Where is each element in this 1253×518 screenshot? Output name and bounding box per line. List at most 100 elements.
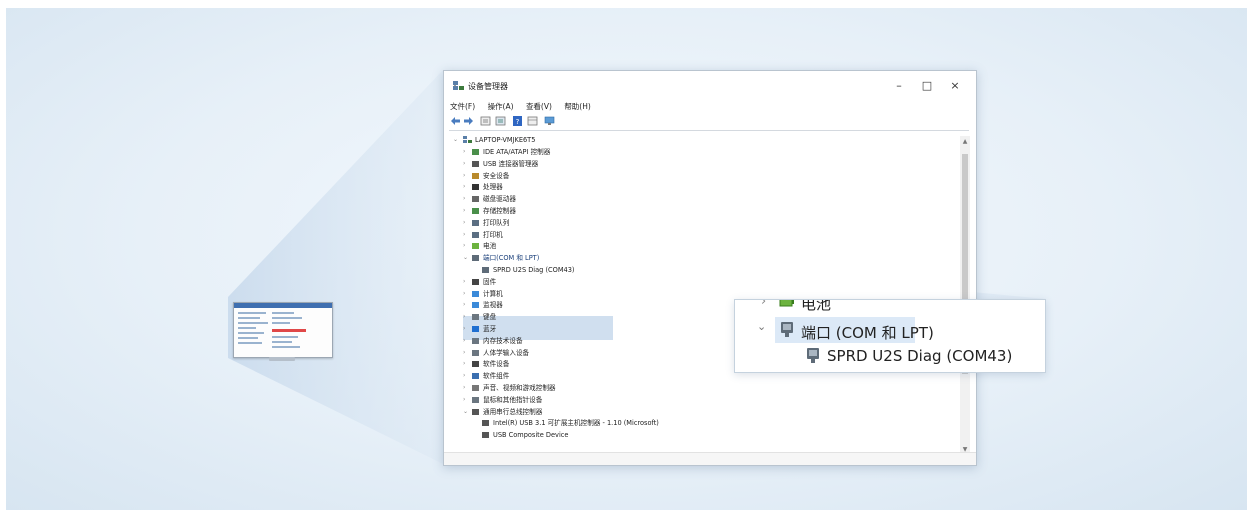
chevron-right-icon[interactable]: › [463, 323, 470, 335]
tree-item-label: 打印队列 [483, 218, 510, 227]
device-tree: ⌄ LAPTOP-VMJKE6T5 › IDE ATA/ATAPI 控制器 › USB… [449, 130, 969, 459]
maximize-button[interactable]: □ [914, 76, 940, 96]
chevron-right-icon[interactable]: › [463, 217, 470, 229]
help-icon[interactable]: ? [512, 116, 523, 126]
tree-item-label: 通用串行总线控制器 [483, 407, 543, 416]
chevron-down-icon[interactable]: ⌄ [453, 134, 460, 146]
callout-port-label: 端口 (COM 和 LPT) [801, 324, 934, 342]
device-manager-window: 设备管理器 – □ × 文件(F) 操作(A) 查看(V) 帮助(H) ? ⌄ … [443, 70, 977, 466]
forward-arrow-icon[interactable] [463, 116, 474, 126]
view-icon[interactable] [527, 116, 538, 126]
menu-view[interactable]: 查看(V) [526, 102, 552, 111]
tree-item-label: 计算机 [483, 289, 503, 298]
chevron-right-icon[interactable]: › [463, 229, 470, 241]
tree-item-label: 人体学输入设备 [483, 348, 530, 357]
callout-chevron-down-icon: ⌄ [757, 320, 767, 333]
battery-icon [472, 243, 479, 250]
tree-item-label: 软件设备 [483, 360, 510, 369]
device-manager-app-icon [453, 81, 464, 90]
port-icon [472, 255, 479, 262]
chevron-right-icon[interactable]: › [463, 394, 470, 406]
chevron-down-icon[interactable]: ⌄ [463, 252, 470, 264]
tree-root-label: LAPTOP-VMJKE6T5 [475, 136, 536, 144]
tree-item-label: 键盘 [483, 313, 497, 322]
title-bar: 设备管理器 – □ × [444, 71, 976, 101]
tree-item-label: 磁盘驱动器 [483, 195, 516, 204]
tree-item-label: 安全设备 [483, 171, 510, 180]
chevron-right-icon[interactable]: › [463, 311, 470, 323]
ide-controller-icon [472, 149, 479, 155]
vertical-scrollbar[interactable]: ▲ ▼ [960, 136, 970, 458]
menu-action[interactable]: 操作(A) [488, 102, 514, 111]
laptop-screen [233, 302, 333, 358]
properties-icon[interactable] [480, 116, 491, 126]
menu-bar: 文件(F) 操作(A) 查看(V) 帮助(H) [450, 101, 601, 115]
printer-icon [472, 231, 479, 238]
usb-device-icon [482, 420, 489, 427]
monitor-icon[interactable] [544, 116, 555, 126]
chevron-down-icon[interactable]: ⌄ [463, 406, 470, 418]
chevron-right-icon[interactable]: › [463, 158, 470, 170]
chevron-right-icon[interactable]: › [463, 181, 470, 193]
sound-icon [472, 385, 479, 391]
scroll-up-arrow-icon[interactable]: ▲ [961, 138, 969, 145]
callout-chevron-right-icon: › [761, 299, 767, 309]
hid-icon [472, 349, 479, 356]
back-arrow-icon[interactable] [450, 116, 461, 126]
software-device-icon [472, 361, 479, 368]
window-title: 设备管理器 [468, 82, 508, 91]
tree-item-label: USB Composite Device [493, 431, 569, 440]
tree-item-label: 固件 [483, 277, 497, 286]
chevron-right-icon[interactable]: › [463, 288, 470, 300]
laptop-thumbnail [233, 302, 333, 362]
chevron-right-icon[interactable]: › [463, 146, 470, 158]
tree-item-label: 蓝牙 [483, 325, 497, 333]
tree-item-label: 打印机 [483, 230, 503, 239]
mouse-icon [472, 396, 479, 403]
chevron-right-icon[interactable]: › [463, 299, 470, 311]
tree-item-label: 存储控制器 [483, 207, 516, 215]
chevron-right-icon[interactable]: › [463, 205, 470, 217]
monitor-icon [472, 302, 479, 309]
chevron-right-icon[interactable]: › [463, 276, 470, 288]
port-device-icon [482, 267, 489, 273]
keyboard-icon [472, 314, 479, 321]
tree-item-label: 端口(COM 和 LPT) [483, 254, 540, 263]
chevron-right-icon[interactable]: › [463, 382, 470, 394]
firmware-icon [472, 278, 479, 285]
chevron-right-icon[interactable]: › [463, 370, 470, 382]
usb-device-icon [482, 432, 489, 439]
chevron-right-icon[interactable]: › [463, 170, 470, 182]
tree-item-label: 电池 [483, 242, 497, 251]
processor-icon [472, 184, 479, 191]
computer-root-icon [463, 136, 472, 143]
status-bar [444, 452, 976, 465]
bluetooth-icon [472, 326, 479, 332]
disk-drive-icon [472, 196, 479, 203]
menu-help[interactable]: 帮助(H) [564, 102, 591, 111]
chevron-right-icon[interactable]: › [463, 358, 470, 370]
storage-controller-icon [472, 208, 479, 214]
minimize-button[interactable]: – [886, 76, 912, 96]
chevron-right-icon[interactable]: › [463, 240, 470, 252]
menu-file[interactable]: 文件(F) [450, 102, 475, 111]
chevron-right-icon[interactable]: › [463, 193, 470, 205]
tree-item-label: USB 连接器管理器 [483, 159, 539, 168]
chevron-right-icon[interactable]: › [463, 335, 470, 347]
laptop-stand [269, 357, 295, 361]
show-hide-icon[interactable] [495, 116, 506, 126]
callout-device-icon [807, 348, 819, 363]
software-component-icon [472, 373, 479, 380]
tree-item-label: 监视器 [483, 301, 503, 310]
close-button[interactable]: × [942, 76, 968, 96]
tree-item-label: 软件组件 [483, 372, 510, 381]
svg-text:?: ? [516, 118, 520, 126]
chevron-right-icon[interactable]: › [463, 347, 470, 359]
memory-device-icon [472, 337, 479, 344]
callout-battery-icon [779, 300, 794, 307]
tree-item-label: 处理器 [483, 183, 503, 192]
callout-device-label: SPRD U2S Diag (COM43) [827, 347, 1013, 365]
tree-item-label: Intel(R) USB 3.1 可扩展主机控制器 - 1.10 (Micros… [493, 419, 659, 428]
print-queue-icon [472, 219, 479, 226]
zoom-callout: › 电池 ⌄ 端口 (COM 和 LPT) SPRD U2S Diag (COM… [734, 299, 1046, 373]
